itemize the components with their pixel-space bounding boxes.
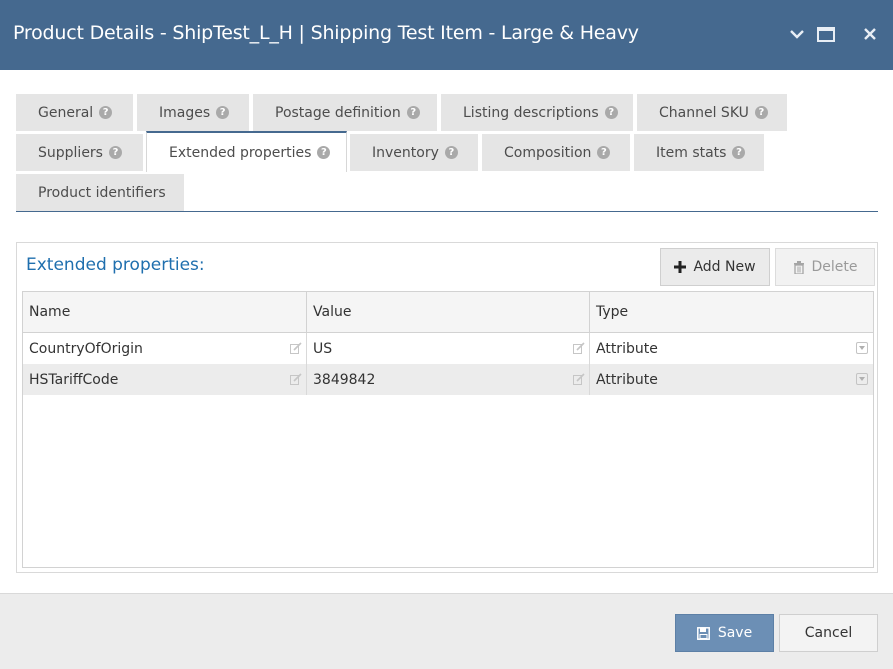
- value-cell[interactable]: 3849842: [307, 364, 590, 395]
- name-text: HSTariffCode: [29, 371, 119, 388]
- value-text: 3849842: [313, 371, 376, 388]
- tab-extended-properties[interactable]: Extended properties?: [146, 131, 347, 172]
- edit-icon[interactable]: [573, 342, 585, 354]
- value-text: US: [313, 340, 333, 357]
- help-icon[interactable]: ?: [108, 146, 122, 159]
- plus-icon: [674, 261, 687, 273]
- help-icon[interactable]: ?: [444, 146, 458, 159]
- cancel-button[interactable]: Cancel: [779, 614, 878, 652]
- maximize-icon[interactable]: [814, 20, 838, 48]
- type-text: Attribute: [596, 340, 658, 357]
- help-icon[interactable]: ?: [732, 146, 746, 159]
- tab-label: Inventory: [372, 144, 439, 161]
- cancel-label: Cancel: [804, 625, 853, 641]
- chevron-down-icon[interactable]: [785, 20, 809, 48]
- edit-icon[interactable]: [573, 373, 585, 385]
- tab-inventory[interactable]: Inventory?: [350, 134, 478, 171]
- panel-title: Extended properties:: [26, 255, 205, 275]
- tab-label: Extended properties: [169, 144, 312, 161]
- floppy-disk-icon: [696, 626, 710, 640]
- add-new-label: Add New: [693, 259, 756, 275]
- extended-properties-grid: Name Value Type CountryOfOrigin US Attri…: [22, 291, 874, 568]
- close-icon[interactable]: [858, 20, 882, 48]
- type-cell[interactable]: Attribute: [590, 364, 873, 395]
- edit-icon[interactable]: [290, 342, 302, 354]
- grid-header: Name Value Type: [23, 292, 873, 333]
- tab-label: Images: [159, 104, 211, 121]
- add-new-button[interactable]: Add New: [660, 248, 770, 286]
- table-row[interactable]: HSTariffCode 3849842 Attribute: [23, 364, 873, 395]
- title-bar: Product Details - ShipTest_L_H | Shippin…: [0, 0, 893, 70]
- delete-label: Delete: [811, 259, 858, 275]
- type-text: Attribute: [596, 371, 658, 388]
- delete-button[interactable]: Delete: [775, 248, 875, 286]
- tab-suppliers[interactable]: Suppliers?: [16, 134, 143, 171]
- help-icon[interactable]: ?: [317, 146, 331, 159]
- name-cell[interactable]: HSTariffCode: [23, 364, 307, 395]
- tab-label: Suppliers: [38, 144, 103, 161]
- help-icon[interactable]: ?: [216, 106, 230, 119]
- name-text: CountryOfOrigin: [29, 340, 143, 357]
- tab-label: Product identifiers: [38, 184, 166, 201]
- tab-images[interactable]: Images?: [137, 94, 249, 131]
- table-row[interactable]: CountryOfOrigin US Attribute: [23, 333, 873, 364]
- dropdown-icon[interactable]: [856, 342, 868, 354]
- type-cell[interactable]: Attribute: [590, 333, 873, 364]
- column-header-name[interactable]: Name: [23, 292, 307, 332]
- help-icon[interactable]: ?: [754, 106, 768, 119]
- column-header-type[interactable]: Type: [590, 292, 873, 332]
- dialog-footer: Save Cancel: [0, 593, 893, 669]
- value-cell[interactable]: US: [307, 333, 590, 364]
- tab-label: Channel SKU: [659, 104, 749, 121]
- extended-properties-panel: Extended properties: Add New Delete Name…: [16, 242, 878, 573]
- trash-icon: [793, 260, 804, 274]
- tab-item-stats[interactable]: Item stats?: [634, 134, 764, 171]
- column-header-value[interactable]: Value: [307, 292, 590, 332]
- tab-label: Postage definition: [275, 104, 401, 121]
- tab-label: Item stats: [656, 144, 727, 161]
- help-icon[interactable]: ?: [99, 106, 113, 119]
- window-title: Product Details - ShipTest_L_H | Shippin…: [13, 22, 639, 44]
- tab-composition[interactable]: Composition?: [482, 134, 630, 171]
- help-icon[interactable]: ?: [406, 106, 420, 119]
- tab-product-identifiers[interactable]: Product identifiers: [16, 174, 184, 211]
- tab-postage-definition[interactable]: Postage definition?: [253, 94, 437, 131]
- edit-icon[interactable]: [290, 373, 302, 385]
- name-cell[interactable]: CountryOfOrigin: [23, 333, 307, 364]
- tab-label: General: [38, 104, 94, 121]
- tab-listing-descriptions[interactable]: Listing descriptions?: [441, 94, 633, 131]
- tab-general[interactable]: General?: [16, 94, 133, 131]
- help-icon[interactable]: ?: [604, 106, 618, 119]
- save-label: Save: [717, 625, 753, 641]
- tab-label: Listing descriptions: [463, 104, 599, 121]
- help-icon[interactable]: ?: [597, 146, 611, 159]
- tab-channel-sku[interactable]: Channel SKU?: [637, 94, 787, 131]
- save-button[interactable]: Save: [675, 614, 774, 652]
- dropdown-icon[interactable]: [856, 373, 868, 385]
- tab-divider: [16, 211, 878, 212]
- tab-label: Composition: [504, 144, 592, 161]
